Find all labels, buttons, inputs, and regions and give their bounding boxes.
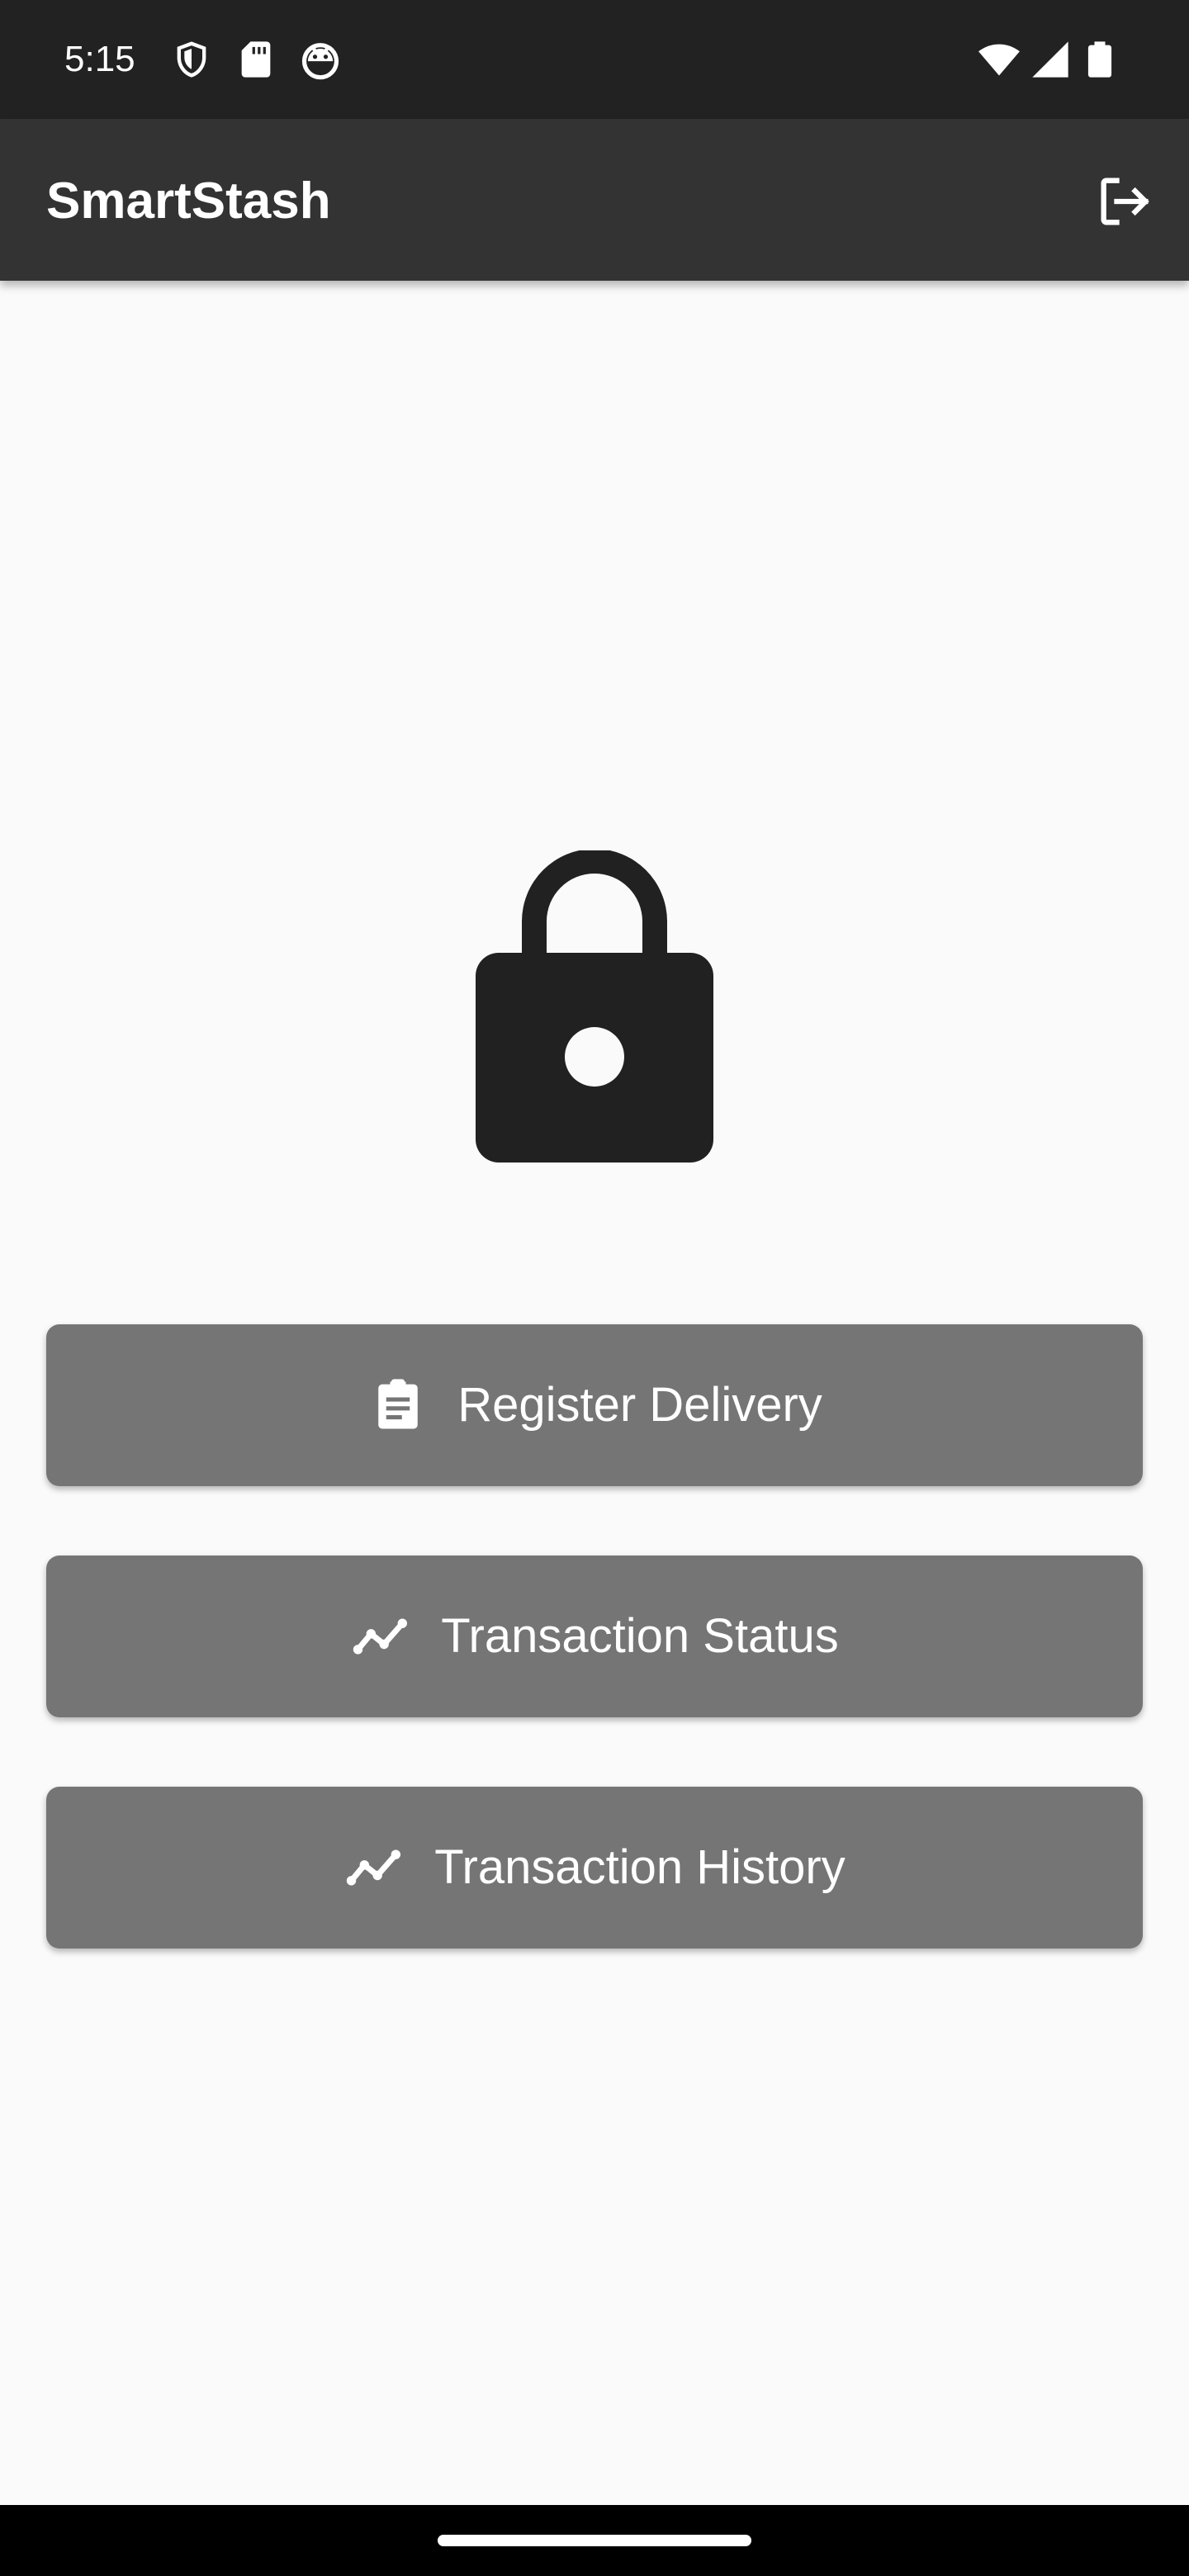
status-time: 5:15 xyxy=(64,39,135,79)
android-head-icon xyxy=(299,38,342,81)
trending-line-icon xyxy=(350,1605,413,1668)
logout-button[interactable] xyxy=(1093,170,1156,233)
shield-icon xyxy=(170,38,213,81)
transaction-status-button[interactable]: Transaction Status xyxy=(46,1556,1143,1717)
register-delivery-label: Register Delivery xyxy=(457,1378,822,1432)
transaction-status-label: Transaction Status xyxy=(441,1609,839,1663)
clipboard-icon xyxy=(367,1374,429,1437)
transaction-history-button[interactable]: Transaction History xyxy=(46,1787,1143,1949)
app-screen: 5:15 SmartStash Register Delivery Transa… xyxy=(0,0,1189,2576)
cellular-signal-icon xyxy=(1029,38,1072,81)
app-title: SmartStash xyxy=(46,173,331,230)
battery-icon xyxy=(1078,38,1121,81)
app-bar: SmartStash xyxy=(0,119,1189,281)
sd-card-icon xyxy=(234,38,277,81)
navigation-bar xyxy=(0,2505,1189,2576)
status-bar: 5:15 xyxy=(0,0,1189,119)
register-delivery-button[interactable]: Register Delivery xyxy=(46,1324,1143,1486)
transaction-history-label: Transaction History xyxy=(434,1840,846,1894)
wifi-icon xyxy=(978,38,1021,81)
lock-icon xyxy=(476,850,713,1163)
logout-icon xyxy=(1101,178,1149,225)
trending-line-icon xyxy=(343,1836,406,1899)
home-indicator[interactable] xyxy=(438,2535,751,2546)
